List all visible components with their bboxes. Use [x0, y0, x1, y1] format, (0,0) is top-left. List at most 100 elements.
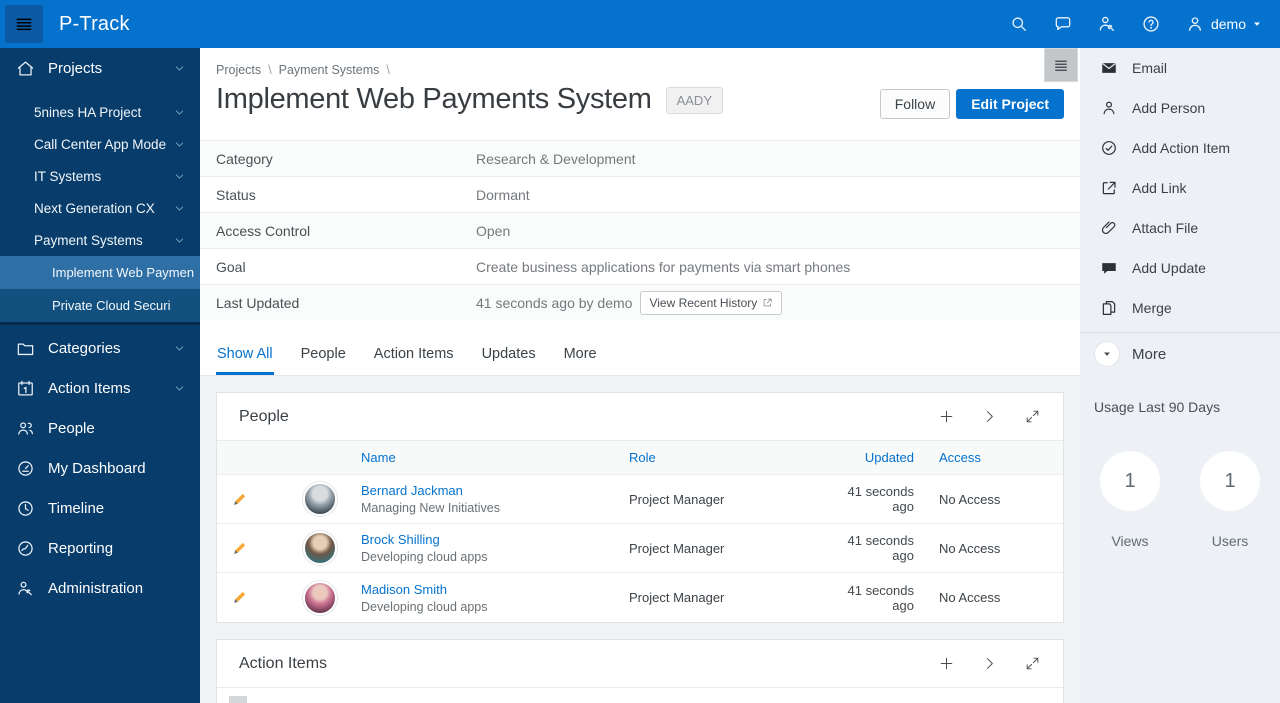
person-name-link[interactable]: Bernard Jackman	[361, 483, 463, 498]
person-role: Project Manager	[629, 491, 725, 507]
table-row: Madison Smith Developing cloud apps Proj…	[217, 573, 1063, 622]
avatar	[303, 531, 337, 565]
project-details: Category Research & Development Status D…	[200, 140, 1080, 320]
detail-row-status: Status Dormant	[200, 176, 1080, 212]
chat-icon[interactable]	[1053, 14, 1073, 34]
chevron-down-icon	[175, 237, 184, 243]
action-add-action-item[interactable]: Add Action Item	[1080, 128, 1280, 168]
chevron-down-icon	[175, 345, 184, 351]
tab-updates[interactable]: Updates	[481, 338, 537, 375]
sidebar-project-payment-systems[interactable]: Payment Systems	[0, 224, 200, 256]
action-merge[interactable]: Merge	[1080, 288, 1280, 328]
edit-pencil-icon[interactable]	[231, 589, 248, 606]
edit-pencil-icon[interactable]	[231, 540, 248, 557]
speech-bubble-icon	[1102, 263, 1116, 274]
sidebar-project-next-gen-cx[interactable]: Next Generation CX	[0, 192, 200, 224]
tab-more[interactable]: More	[563, 338, 598, 375]
person-icon	[1103, 101, 1115, 115]
column-header-role[interactable]: Role	[629, 450, 829, 465]
sidebar-project-5nines[interactable]: 5nines HA Project	[0, 96, 200, 128]
action-add-person[interactable]: Add Person	[1080, 88, 1280, 128]
edit-pencil-icon[interactable]	[231, 491, 248, 508]
sidebar-item-projects[interactable]: Projects	[0, 48, 200, 88]
person-access: No Access	[939, 491, 1001, 507]
chevron-right-icon[interactable]	[981, 408, 998, 425]
person-name-link[interactable]: Brock Shilling	[361, 532, 440, 547]
app-brand: P-Track	[59, 12, 130, 35]
sidebar-item-action-items[interactable]: Action Items	[0, 368, 200, 408]
caret-down-icon	[1254, 22, 1260, 26]
last-updated-value: 41 seconds ago by demo	[476, 294, 633, 311]
user-menu[interactable]: demo	[1185, 14, 1262, 34]
context-menu-button[interactable]	[1044, 48, 1078, 82]
more-label: More	[1132, 345, 1167, 363]
person-subtitle: Managing New Initiatives	[361, 501, 500, 515]
people-panel: People Name Role Updated Access Bernard …	[216, 392, 1064, 623]
add-icon[interactable]	[938, 655, 955, 672]
sidebar-subproject-implement-web-payments[interactable]: Implement Web Paymen	[0, 256, 200, 289]
breadcrumb-payment-systems[interactable]: Payment Systems	[279, 63, 380, 77]
table-row: Brock Shilling Developing cloud apps Pro…	[217, 524, 1063, 573]
gauge-icon	[18, 460, 33, 476]
paperclip-icon	[1101, 221, 1116, 234]
detail-row-access-control: Access Control Open	[200, 212, 1080, 248]
person-subtitle: Developing cloud apps	[361, 599, 488, 614]
detail-row-goal: Goal Create business applications for pa…	[200, 248, 1080, 284]
usage-title: Usage Last 90 Days	[1094, 399, 1221, 415]
column-header-access[interactable]: Access	[939, 450, 1065, 465]
hamburger-icon	[1055, 60, 1067, 71]
external-link-icon	[1102, 181, 1116, 195]
chevron-down-icon	[175, 385, 184, 391]
person-subtitle: Developing cloud apps	[361, 550, 488, 564]
reporting-gauge-icon	[18, 540, 33, 556]
users-label: Users	[1211, 533, 1249, 549]
help-icon[interactable]	[1141, 14, 1161, 34]
admin-icon[interactable]	[1097, 14, 1117, 34]
search-icon[interactable]	[1009, 14, 1029, 34]
edit-project-button[interactable]: Edit Project	[956, 89, 1064, 119]
action-add-link[interactable]: Add Link	[1080, 168, 1280, 208]
tab-people[interactable]: People	[300, 338, 347, 375]
view-recent-history-button[interactable]: View Recent History	[640, 290, 783, 315]
chevron-down-icon	[175, 205, 184, 211]
person-name-link[interactable]: Madison Smith	[361, 582, 447, 597]
expand-icon[interactable]	[1024, 408, 1041, 425]
tab-action-items[interactable]: Action Items	[373, 338, 455, 375]
chevron-down-icon	[175, 65, 184, 71]
breadcrumb-projects[interactable]: Projects	[216, 63, 261, 77]
sidebar-item-administration[interactable]: Administration	[0, 568, 200, 608]
column-header-name[interactable]: Name	[361, 450, 629, 465]
chevron-right-icon[interactable]	[981, 655, 998, 672]
tab-bar: Show All People Action Items Updates Mor…	[200, 338, 1080, 376]
tab-show-all[interactable]: Show All	[216, 338, 274, 375]
sidebar-item-my-dashboard[interactable]: My Dashboard	[0, 448, 200, 488]
action-add-update[interactable]: Add Update	[1080, 248, 1280, 288]
detail-row-last-updated: Last Updated 41 seconds ago by demo View…	[200, 284, 1080, 320]
sidebar-item-reporting[interactable]: Reporting	[0, 528, 200, 568]
caret-down-icon	[1104, 352, 1110, 356]
expand-icon[interactable]	[1024, 655, 1041, 672]
sidebar-item-people[interactable]: People	[0, 408, 200, 448]
sidebar-subproject-group: Implement Web Paymen Private Cloud Secur…	[0, 256, 200, 322]
avatar	[303, 580, 337, 615]
sidebar-subproject-private-cloud-security[interactable]: Private Cloud Securi	[0, 289, 200, 322]
add-icon[interactable]	[938, 408, 955, 425]
action-items-panel-title: Action Items	[239, 654, 328, 672]
action-attach-file[interactable]: Attach File	[1080, 208, 1280, 248]
sidebar-item-categories[interactable]: Categories	[0, 328, 200, 368]
column-header-updated[interactable]: Updated	[829, 450, 939, 465]
sidebar-item-timeline[interactable]: Timeline	[0, 488, 200, 528]
sidebar-project-it-systems[interactable]: IT Systems	[0, 160, 200, 192]
follow-button[interactable]: Follow	[879, 89, 951, 119]
breadcrumb: Projects \ Payment Systems \	[216, 63, 390, 77]
more-actions-button[interactable]	[1094, 341, 1120, 367]
chevron-down-icon	[175, 173, 184, 179]
sidebar-project-call-center[interactable]: Call Center App Mode	[0, 128, 200, 160]
page-title: Implement Web Payments System	[216, 83, 652, 115]
hamburger-icon	[16, 18, 32, 31]
action-email[interactable]: Email	[1080, 48, 1280, 88]
global-menu-button[interactable]	[5, 5, 43, 43]
project-code-badge: AADY	[665, 87, 723, 114]
user-name: demo	[1210, 16, 1246, 32]
people-panel-title: People	[239, 407, 289, 425]
